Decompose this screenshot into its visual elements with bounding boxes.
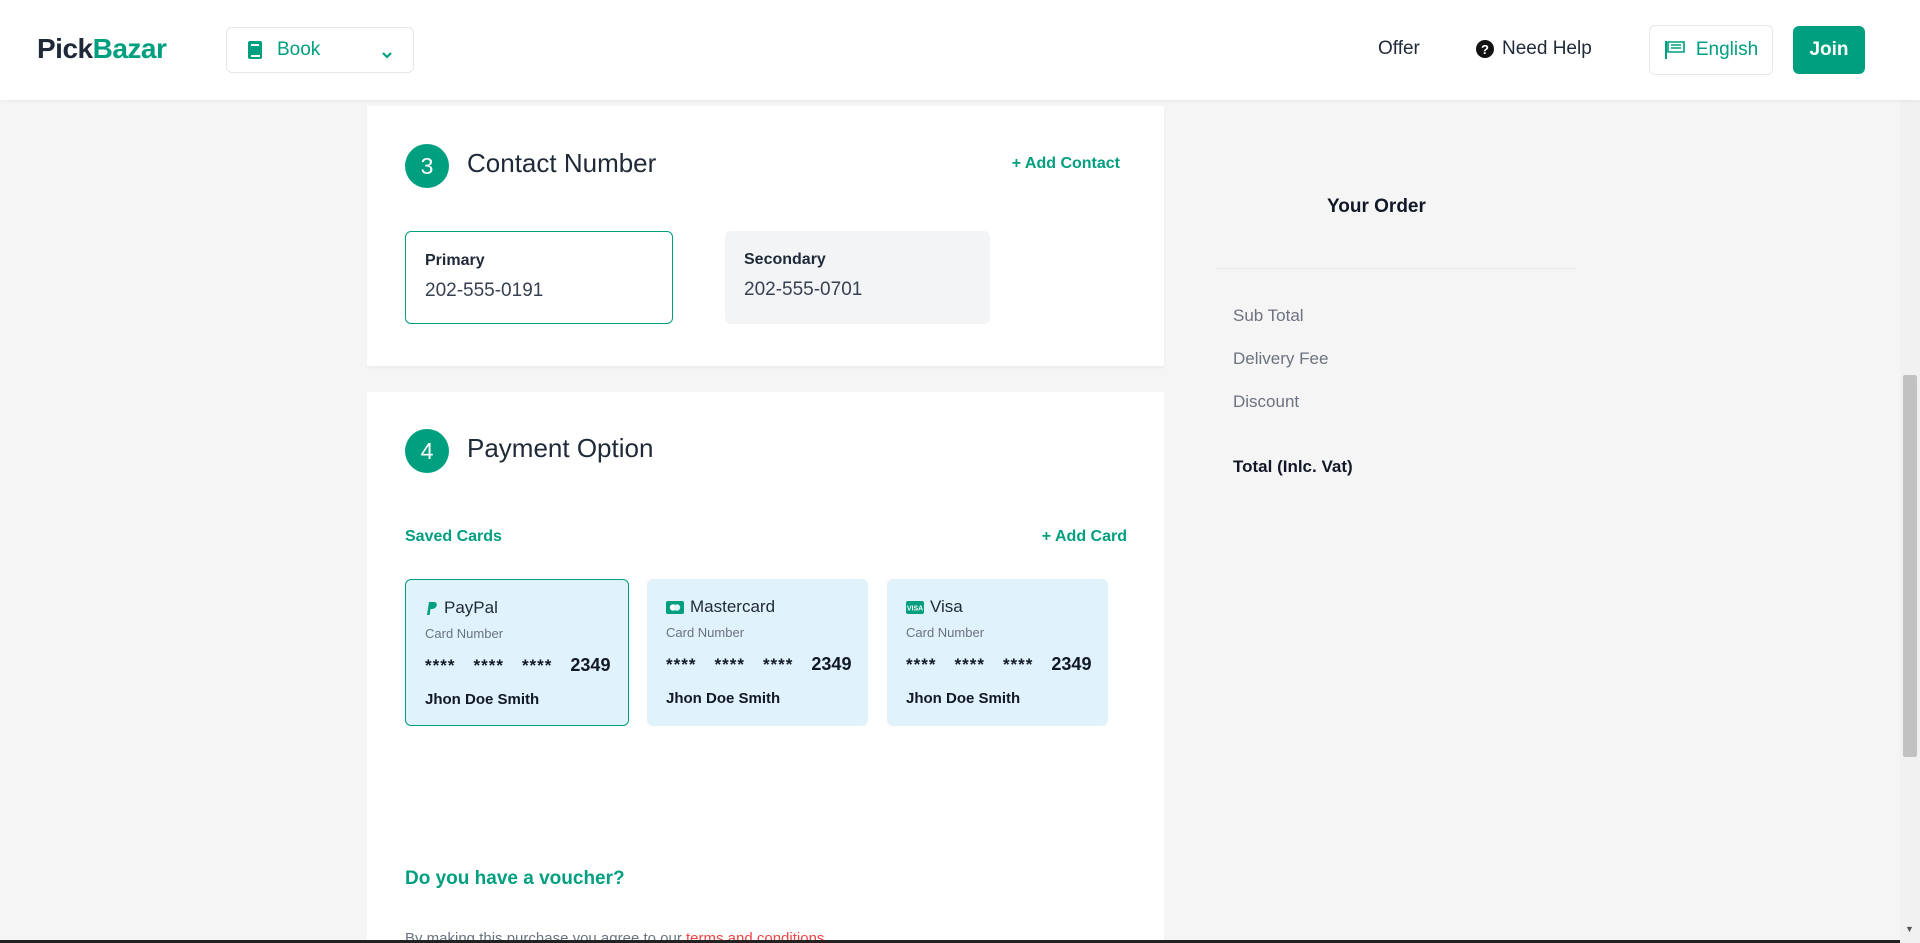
card-mask-3: **** xyxy=(762,654,794,674)
card-mask-1: **** xyxy=(666,654,697,674)
sub-total-label: Sub Total xyxy=(1233,306,1304,325)
payment-section-title: Payment Option xyxy=(467,433,654,463)
card-number-label: Card Number xyxy=(666,625,745,640)
card-holder-name: Jhon Doe Smith xyxy=(425,691,540,708)
saved-card-mastercard[interactable]: Mastercard Card Number **** **** **** 23… xyxy=(647,579,868,726)
visa-icon: VISA xyxy=(906,600,924,614)
join-button[interactable]: Join xyxy=(1793,26,1865,74)
chevron-down-icon xyxy=(381,44,393,66)
primary-contact-value: 202-555-0191 xyxy=(425,280,544,301)
language-selector[interactable]: English xyxy=(1649,25,1773,75)
paypal-icon xyxy=(425,601,438,616)
add-card-button[interactable]: + Add Card xyxy=(1042,528,1127,546)
language-label: English xyxy=(1695,39,1759,60)
mastercard-icon xyxy=(666,600,684,614)
card-number: **** **** **** 2349 xyxy=(906,654,1092,675)
step-number-3: 3 xyxy=(405,144,449,188)
card-last4: 2349 xyxy=(570,655,611,675)
svg-text:VISA: VISA xyxy=(907,605,923,612)
scroll-down-arrow-icon[interactable]: ▼ xyxy=(1905,924,1914,934)
saved-card-visa[interactable]: VISA Visa Card Number **** **** **** 234… xyxy=(887,579,1108,726)
card-number-label: Card Number xyxy=(906,625,985,640)
order-divider xyxy=(1215,268,1577,269)
secondary-contact-option[interactable]: Secondary 202-555-0701 xyxy=(725,231,990,324)
card-mask-1: **** xyxy=(425,655,456,675)
your-order-title: Your Order xyxy=(1327,196,1426,217)
saved-cards-label: Saved Cards xyxy=(405,528,502,545)
card-last4: 2349 xyxy=(1051,654,1092,674)
card-number-label: Card Number xyxy=(425,626,504,641)
card-last4: 2349 xyxy=(811,654,852,674)
secondary-contact-label: Secondary xyxy=(744,251,826,268)
voucher-link[interactable]: Do you have a voucher? xyxy=(405,868,625,890)
card-number: **** **** **** 2349 xyxy=(425,655,611,676)
card-mask-2: **** xyxy=(473,655,504,675)
logo[interactable]: PickBazar xyxy=(37,33,167,65)
card-mask-2: **** xyxy=(954,654,985,674)
card-brand-name: Visa xyxy=(930,597,963,616)
logo-part-1: Pick xyxy=(37,33,93,64)
logo-part-2: Bazar xyxy=(92,33,167,64)
nav-help-link[interactable]: ? Need Help xyxy=(1476,38,1592,60)
card-brand-name: Mastercard xyxy=(690,597,776,616)
card-mask-1: **** xyxy=(906,654,937,674)
step-number-4: 4 xyxy=(405,429,449,473)
card-mask-2: **** xyxy=(714,654,745,674)
flag-icon xyxy=(1664,41,1685,59)
nav-offer-link[interactable]: Offer xyxy=(1378,38,1420,60)
discount-label: Discount xyxy=(1233,392,1300,411)
card-brand-name: PayPal xyxy=(444,598,498,617)
card-holder-name: Jhon Doe Smith xyxy=(906,690,1021,707)
book-icon xyxy=(247,40,263,60)
primary-contact-option[interactable]: Primary 202-555-0191 xyxy=(405,231,673,324)
saved-card-paypal[interactable]: PayPal Card Number **** **** **** 2349 J… xyxy=(405,579,629,726)
contact-section-title: Contact Number xyxy=(467,148,657,178)
card-holder-name: Jhon Doe Smith xyxy=(666,690,781,707)
delivery-fee-label: Delivery Fee xyxy=(1233,349,1329,368)
nav-help-label: Need Help xyxy=(1502,38,1592,59)
primary-contact-label: Primary xyxy=(425,252,485,269)
question-icon: ? xyxy=(1476,40,1494,58)
payment-option-section: 4 Payment Option Saved Cards + Add Card … xyxy=(367,392,1164,943)
add-contact-button[interactable]: + Add Contact xyxy=(1012,155,1120,173)
secondary-contact-value: 202-555-0701 xyxy=(744,279,863,300)
shop-type-selector[interactable]: Book xyxy=(226,27,414,73)
contact-number-section: 3 Contact Number + Add Contact Primary 2… xyxy=(367,106,1164,366)
top-header: PickBazar Book Offer ? Need Help English… xyxy=(0,0,1920,100)
shop-type-label: Book xyxy=(277,39,321,60)
total-label: Total (Inlc. Vat) xyxy=(1233,457,1353,476)
scrollbar-thumb[interactable] xyxy=(1903,375,1917,757)
card-number: **** **** **** 2349 xyxy=(666,654,852,675)
card-mask-3: **** xyxy=(1002,654,1034,674)
card-mask-3: **** xyxy=(521,655,553,675)
